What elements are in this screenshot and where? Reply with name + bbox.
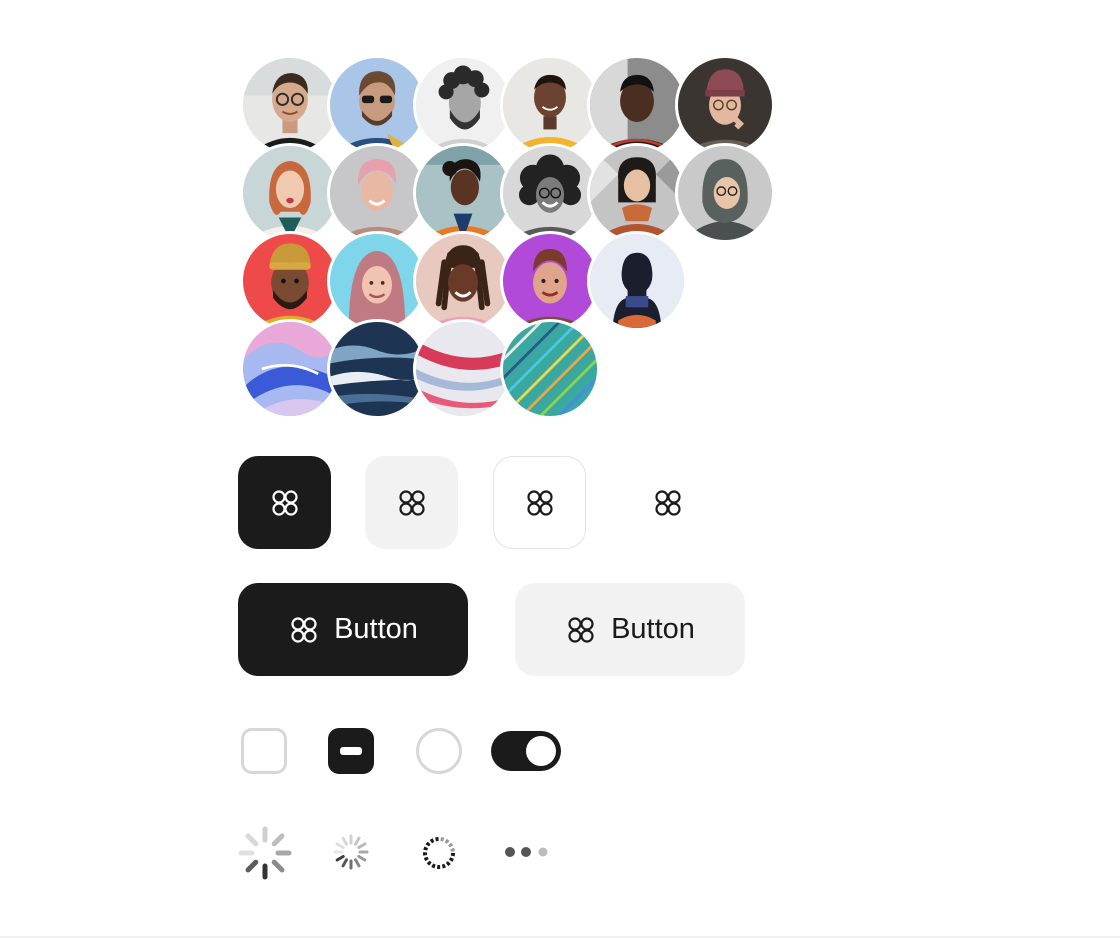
command-icon: [526, 489, 553, 516]
command-icon: [398, 489, 425, 516]
icon-button-dark[interactable]: [238, 456, 331, 549]
avatar-abstract-blue[interactable]: [240, 319, 340, 419]
dots-loader-icon: [505, 847, 548, 857]
icon-button-outline[interactable]: [493, 456, 586, 549]
avatar-3d-hijab-woman[interactable]: [327, 231, 427, 331]
secondary-button[interactable]: Button: [515, 583, 745, 676]
spinner-small-icon: [333, 834, 369, 870]
command-icon: [568, 616, 594, 643]
command-icon: [271, 489, 298, 516]
avatar-silhouette[interactable]: [587, 231, 687, 331]
icon-button-soft[interactable]: [365, 456, 458, 549]
spinner-ring-icon: [423, 836, 456, 869]
primary-button[interactable]: Button: [238, 583, 468, 676]
avatar-man-glasses[interactable]: [240, 55, 340, 155]
avatar-abstract-threads[interactable]: [500, 319, 600, 419]
avatar-3d-man-purple[interactable]: [500, 231, 600, 331]
secondary-button-label: Button: [611, 613, 695, 645]
avatar-man-curly-bw[interactable]: [413, 55, 513, 155]
checkbox-unchecked[interactable]: [241, 728, 287, 774]
avatar-man-dark-bg[interactable]: [587, 55, 687, 155]
primary-button-label: Button: [334, 613, 418, 645]
radio-unselected[interactable]: [416, 728, 462, 774]
command-icon: [291, 616, 317, 643]
avatar-woman-scarf[interactable]: [587, 143, 687, 243]
avatar-man-yellow-shirt[interactable]: [500, 55, 600, 155]
avatar-3d-turban-man[interactable]: [240, 231, 340, 331]
avatar-abstract-ocean[interactable]: [327, 319, 427, 419]
toggle-knob: [526, 736, 556, 766]
spinner-large-icon: [238, 826, 292, 880]
avatar-grid: [0, 0, 800, 430]
checkbox-indeterminate[interactable]: [328, 728, 374, 774]
avatar-woman-hijab[interactable]: [675, 143, 775, 243]
avatar-man-beanie[interactable]: [675, 55, 775, 155]
toggle-switch-on[interactable]: [491, 731, 561, 771]
avatar-man-sunglasses[interactable]: [327, 55, 427, 155]
icon-button-ghost[interactable]: [621, 456, 714, 549]
command-icon: [654, 489, 681, 516]
avatar-3d-locs-woman[interactable]: [413, 231, 513, 331]
avatar-woman-orange-jacket[interactable]: [413, 143, 513, 243]
avatar-abstract-pink[interactable]: [413, 319, 513, 419]
avatar-woman-red-hair[interactable]: [240, 143, 340, 243]
avatar-woman-pink-hair[interactable]: [327, 143, 427, 243]
avatar-woman-curly-bw[interactable]: [500, 143, 600, 243]
minus-icon: [340, 747, 362, 755]
